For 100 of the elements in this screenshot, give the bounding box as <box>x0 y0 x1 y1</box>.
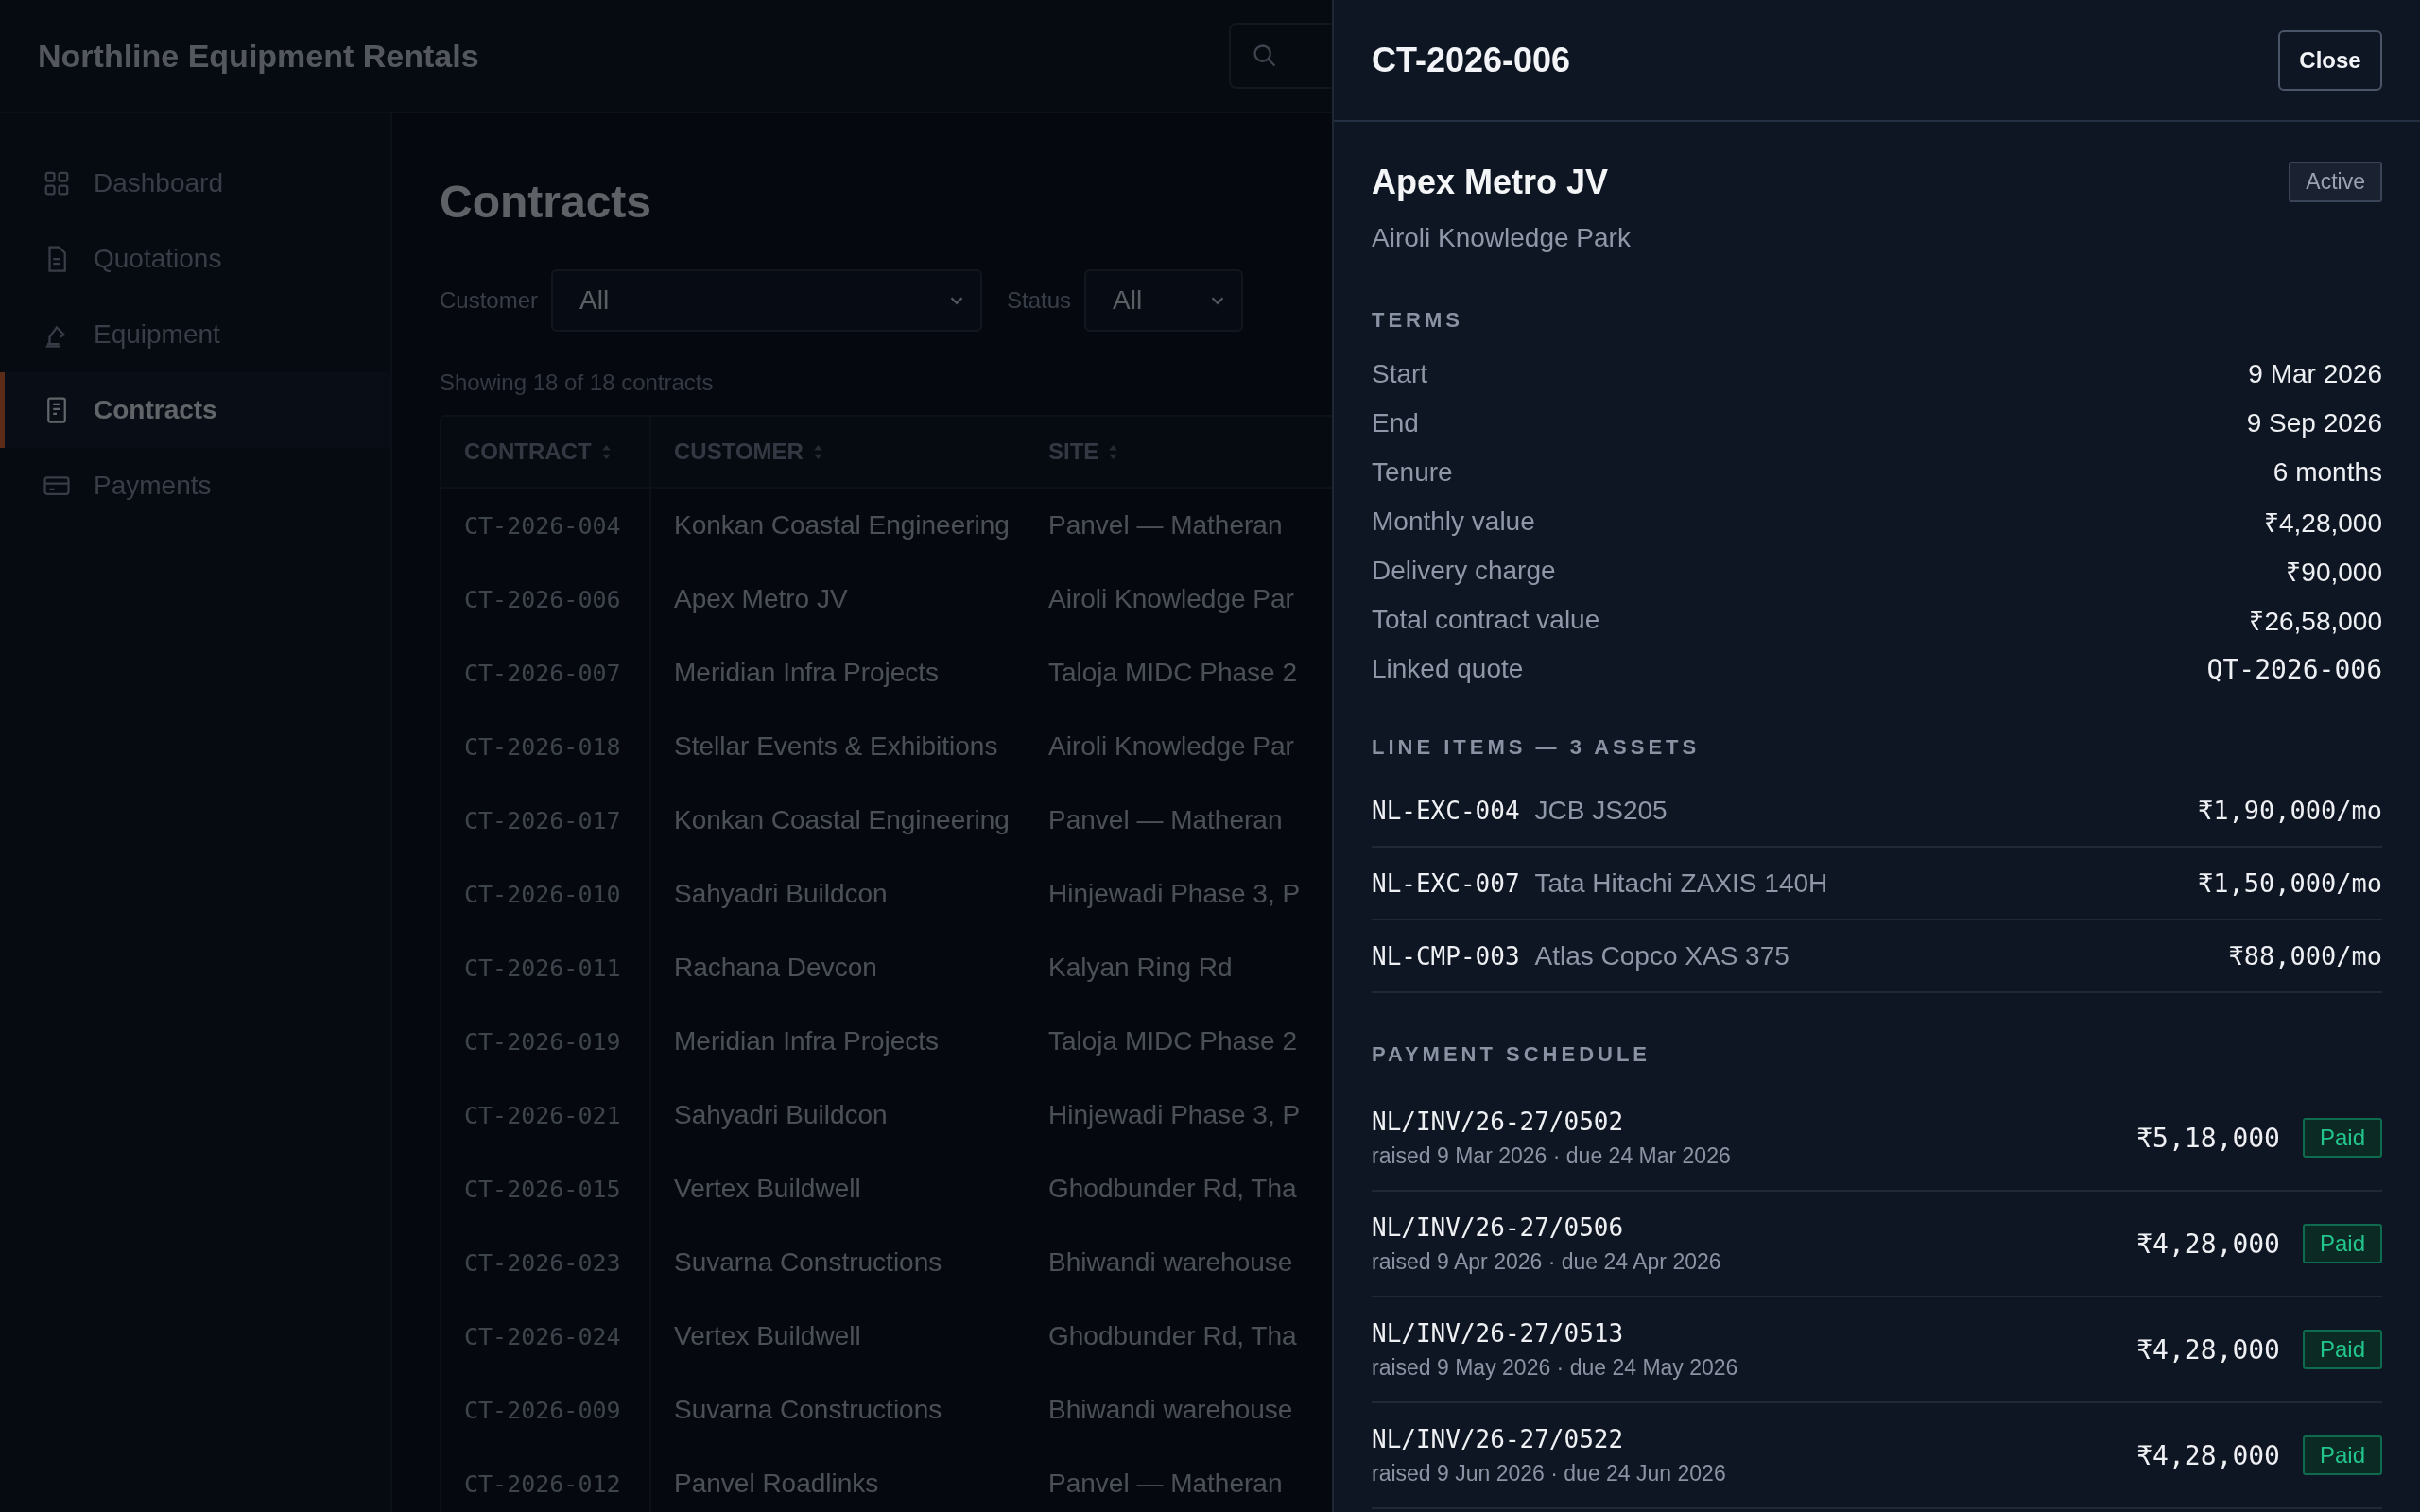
table-cell: CT-2026-009 <box>441 1373 651 1447</box>
table-cell: Hinjewadi Phase 3, P <box>1048 1100 1301 1130</box>
page-title: Contracts <box>440 176 652 228</box>
table-cell: CT-2026-015 <box>441 1152 651 1226</box>
table-cell-text: Vertex Buildwell <box>673 1174 862 1204</box>
table-cell: CT-2026-011 <box>441 931 651 1005</box>
table-cell: CT-2026-012 <box>441 1447 651 1512</box>
invoice-amount: ₹5,18,000 <box>2136 1122 2280 1154</box>
invoice-dates: raised 9 May 2026 · due 24 May 2026 <box>1372 1354 1738 1381</box>
search-icon <box>1252 43 1278 69</box>
invoice-amount: ₹4,28,000 <box>2136 1333 2280 1366</box>
sort-icon <box>1108 443 1119 460</box>
table-cell: CT-2026-019 <box>441 1005 651 1078</box>
table-cell: Airoli Knowledge Par <box>1048 584 1294 614</box>
table-cell: Bhiwandi warehouse <box>1048 1395 1293 1425</box>
term-label: Tenure <box>1372 457 1453 488</box>
payment-status-badge: Paid <box>2302 1224 2382 1263</box>
grid-icon <box>43 169 71 198</box>
table-cell: Panvel — Matheran <box>1048 510 1283 541</box>
table-cell: Taloja MIDC Phase 2 <box>1048 658 1297 688</box>
payment-status-badge: Paid <box>2302 1330 2382 1369</box>
table-cell-text: Rachana Devcon <box>673 953 878 983</box>
asset-rate: ₹1,50,000/mo <box>2197 868 2382 898</box>
term-value: ₹4,28,000 <box>2264 507 2382 540</box>
close-button[interactable]: Close <box>2278 29 2382 91</box>
table-cell-text: Suvarna Constructions <box>673 1247 943 1278</box>
table-cell: CT-2026-007 <box>441 636 651 710</box>
table-cell-text: Konkan Coastal Engineering <box>673 805 1011 835</box>
site-name: Airoli Knowledge Park <box>1372 223 1632 253</box>
table-cell-text: Panvel Roadlinks <box>673 1469 880 1499</box>
table-cell-text: Suvarna Constructions <box>673 1395 943 1425</box>
table-cell-text: Meridian Infra Projects <box>673 1026 941 1057</box>
table-cell: Airoli Knowledge Par <box>1048 731 1294 762</box>
term-value: ₹90,000 <box>2286 557 2382 589</box>
table-cell: Ghodbunder Rd, Tha <box>1048 1174 1297 1204</box>
section-heading: TERMS <box>1372 308 1464 333</box>
invoice-dates: raised 9 Mar 2026 · due 24 Mar 2026 <box>1372 1143 1731 1169</box>
table-cell-text: Meridian Infra Projects <box>673 658 941 688</box>
invoice-number: NL/INV/26-27/0506 <box>1372 1212 1625 1242</box>
invoice-number: NL/INV/26-27/0513 <box>1372 1318 1625 1348</box>
asset-code: NL-EXC-004 <box>1372 796 1520 825</box>
table-cell: Panvel — Matheran <box>1048 1469 1283 1499</box>
table-cell: CT-2026-024 <box>441 1299 651 1373</box>
term-label: Linked quote <box>1372 654 1524 684</box>
asset-rate: ₹1,90,000/mo <box>2197 796 2382 825</box>
filter-dropdown[interactable]: All <box>1084 269 1244 332</box>
table-cell: CT-2026-006 <box>441 562 651 636</box>
invoice-dates: raised 9 Apr 2026 · due 24 Apr 2026 <box>1372 1248 1721 1275</box>
payment-status-badge: Paid <box>2302 1435 2382 1475</box>
invoice-amount: ₹4,28,000 <box>2136 1439 2280 1471</box>
invoice-amount: ₹4,28,000 <box>2136 1228 2280 1260</box>
term-value: ₹26,58,000 <box>2249 606 2382 638</box>
term-label: End <box>1372 408 1419 438</box>
asset-name: JCB JS205 <box>1534 795 1668 826</box>
term-label: Delivery charge <box>1372 556 1556 586</box>
sort-icon <box>600 443 612 460</box>
table-cell: Panvel — Matheran <box>1048 805 1283 835</box>
table-cell-text: Apex Metro JV <box>673 584 849 614</box>
table-cell: CT-2026-023 <box>441 1226 651 1299</box>
filter-label: Customer <box>440 287 539 314</box>
term-label: Start <box>1372 359 1428 389</box>
asset-name: Tata Hitachi ZAXIS 140H <box>1534 868 1828 899</box>
table-cell: Ghodbunder Rd, Tha <box>1048 1321 1297 1351</box>
customer-name: Apex Metro JV <box>1372 162 1609 202</box>
asset-code: NL-EXC-007 <box>1372 868 1520 898</box>
table-cell-text: Stellar Events & Exhibitions <box>673 731 999 762</box>
section-heading: PAYMENT SCHEDULE <box>1372 1042 1652 1067</box>
invoice-dates: raised 9 Jun 2026 · due 24 Jun 2026 <box>1372 1460 1726 1486</box>
filter-dropdown[interactable]: All <box>551 269 983 332</box>
status-badge: Active <box>2289 162 2382 202</box>
table-cell: Kalyan Ring Rd <box>1048 953 1233 983</box>
table-cell: Hinjewadi Phase 3, P <box>1048 879 1301 909</box>
table-cell: CT-2026-004 <box>441 489 651 562</box>
table-cell: CT-2026-018 <box>441 710 651 783</box>
sidebar-item[interactable]: Contracts <box>0 372 390 448</box>
table-cell: CT-2026-010 <box>441 857 651 931</box>
asset-code: NL-CMP-003 <box>1372 941 1520 971</box>
table-cell-text: Vertex Buildwell <box>673 1321 862 1351</box>
table-cell-text: Konkan Coastal Engineering <box>673 510 1011 541</box>
sort-icon <box>812 443 823 460</box>
invoice-number: NL/INV/26-27/0502 <box>1372 1107 1625 1136</box>
term-value: 9 Sep 2026 <box>2246 408 2382 438</box>
drawer-title: CT-2026-006 <box>1372 40 1571 80</box>
payment-status-badge: Paid <box>2302 1118 2382 1158</box>
term-value: 9 Mar 2026 <box>2248 359 2382 389</box>
table-cell: CT-2026-017 <box>441 783 651 857</box>
term-value: QT-2026-006 <box>2206 653 2382 685</box>
asset-rate: ₹88,000/mo <box>2228 941 2382 971</box>
asset-name: Atlas Copco XAS 375 <box>1534 940 1789 971</box>
table-cell-text: Sahyadri Buildcon <box>673 1100 889 1130</box>
table-cell: Bhiwandi warehouse <box>1048 1247 1293 1278</box>
filter-label: Status <box>1007 287 1072 314</box>
app-title: Northline Equipment Rentals <box>38 37 479 75</box>
term-label: Total contract value <box>1372 605 1600 635</box>
table-cell: CT-2026-021 <box>441 1078 651 1152</box>
table-cell-text: Sahyadri Buildcon <box>673 879 889 909</box>
term-value: 6 months <box>2273 457 2382 488</box>
invoice-number: NL/INV/26-27/0522 <box>1372 1424 1625 1453</box>
table-cell: Taloja MIDC Phase 2 <box>1048 1026 1297 1057</box>
section-heading: LINE ITEMS — 3 ASSETS <box>1372 735 1702 760</box>
